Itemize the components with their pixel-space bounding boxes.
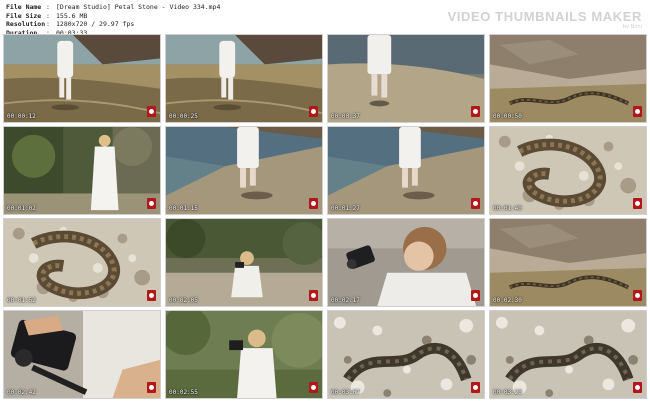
thumbnail-timestamp: 00:02:17	[331, 297, 360, 304]
studio-logo-icon	[309, 106, 318, 117]
thumbnail-timestamp: 00:01:40	[493, 205, 522, 212]
thumbnail-timestamp: 00:02:30	[493, 297, 522, 304]
video-thumbnail: 00:01:27	[327, 126, 485, 215]
thumbnail-timestamp: 00:00:37	[331, 113, 360, 120]
thumbnail-timestamp: 00:01:52	[7, 297, 36, 304]
video-thumbnail: 00:02:30	[489, 218, 647, 307]
video-thumbnail: 00:02:42	[3, 310, 161, 399]
resolution-label: Resolution	[6, 20, 46, 29]
studio-logo-icon	[309, 382, 318, 393]
studio-logo-icon	[633, 106, 642, 117]
studio-logo-icon	[633, 290, 642, 301]
thumbnail-image	[328, 311, 484, 398]
studio-logo-icon	[471, 382, 480, 393]
thumbnail-image	[166, 311, 322, 398]
video-thumbnail: 00:01:52	[3, 218, 161, 307]
video-thumbnail: 00:00:37	[327, 34, 485, 123]
video-thumbnail: 00:02:05	[165, 218, 323, 307]
thumbnail-image	[4, 311, 160, 398]
studio-logo-icon	[147, 382, 156, 393]
studio-logo-icon	[471, 290, 480, 301]
studio-logo-icon	[471, 198, 480, 209]
video-thumbnail: 00:00:25	[165, 34, 323, 123]
video-thumbnail: 00:01:40	[489, 126, 647, 215]
thumbnail-image	[166, 35, 322, 122]
file-name-value: [Dream Studio] Petal Stone - Video 334.m…	[56, 3, 221, 11]
thumbnail-image	[328, 127, 484, 214]
file-name-row: File Name: [Dream Studio] Petal Stone - V…	[6, 3, 221, 11]
thumbnail-image	[166, 219, 322, 306]
file-size-value: 155.6 MB	[56, 11, 88, 20]
studio-logo-icon	[147, 290, 156, 301]
thumbnail-image	[490, 127, 646, 214]
thumbnail-timestamp: 00:00:50	[493, 113, 522, 120]
studio-logo-icon	[147, 106, 156, 117]
video-thumbnail: 00:00:50	[489, 34, 647, 123]
thumbnail-timestamp: 00:00:12	[7, 113, 36, 120]
resolution-value: 1280x720 / 29.97 fps	[56, 20, 135, 29]
video-thumbnail: 00:01:15	[165, 126, 323, 215]
thumbnail-timestamp: 00:02:42	[7, 389, 36, 396]
brand-title: VIDEO THUMBNAILS MAKER	[447, 9, 642, 24]
thumbnail-image	[328, 35, 484, 122]
thumbnail-image	[166, 127, 322, 214]
thumbnail-grid: 00:00:12 00:00:25 00:00:37 00:00:50 00:0…	[3, 34, 647, 400]
video-thumbnail: 00:00:12	[3, 34, 161, 123]
thumbnail-timestamp: 00:01:02	[7, 205, 36, 212]
studio-logo-icon	[633, 198, 642, 209]
thumbnail-timestamp: 00:02:55	[169, 389, 198, 396]
video-thumbnail: 00:02:17	[327, 218, 485, 307]
thumbnail-timestamp: 00:01:15	[169, 205, 198, 212]
thumbnail-image	[490, 311, 646, 398]
thumbnail-image	[4, 35, 160, 122]
resolution-row: Resolution:1280x720 / 29.97 fps	[6, 20, 135, 29]
thumbnail-image	[490, 35, 646, 122]
thumbnail-image	[4, 219, 160, 306]
brand-author: by Nimi	[622, 24, 642, 30]
thumbnail-timestamp: 00:01:27	[331, 205, 360, 212]
file-size-label: File Size	[6, 11, 42, 20]
thumbnail-timestamp: 00:00:25	[169, 113, 198, 120]
video-thumbnail: 00:03:20	[489, 310, 647, 399]
brand-watermark: VIDEO THUMBNAILS MAKER by Nimi	[448, 9, 642, 30]
thumbnail-timestamp: 00:02:05	[169, 297, 198, 304]
thumbnail-timestamp: 00:03:20	[493, 389, 522, 396]
file-info: File Name: [Dream Studio] Petal Stone - V…	[6, 3, 220, 37]
thumbnail-image	[490, 219, 646, 306]
file-size-row: File Size:155.6 MB	[6, 11, 88, 20]
studio-logo-icon	[471, 106, 480, 117]
video-thumbnail: 00:01:02	[3, 126, 161, 215]
studio-logo-icon	[309, 290, 318, 301]
video-thumbnail: 00:02:55	[165, 310, 323, 399]
thumbnail-image	[4, 127, 160, 214]
studio-logo-icon	[633, 382, 642, 393]
video-thumbnail: 00:03:07	[327, 310, 485, 399]
thumbnail-image	[328, 219, 484, 306]
studio-logo-icon	[309, 198, 318, 209]
thumbnail-timestamp: 00:03:07	[331, 389, 360, 396]
file-name-label: File Name	[6, 3, 42, 11]
studio-logo-icon	[147, 198, 156, 209]
